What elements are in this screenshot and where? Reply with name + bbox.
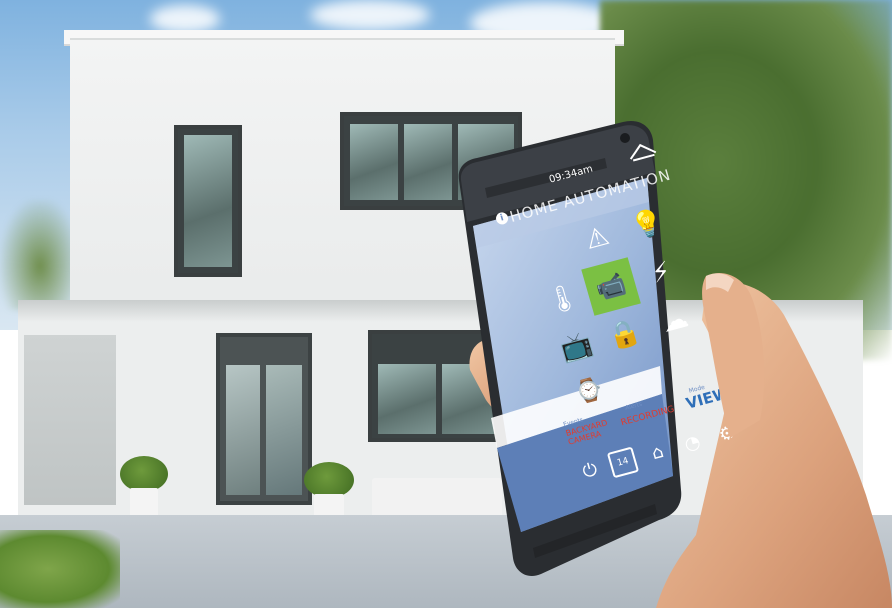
cloud <box>310 0 430 30</box>
cloud <box>150 5 220 33</box>
power-icon[interactable]: ⏻ <box>574 455 606 487</box>
info-icon[interactable]: i <box>494 211 510 226</box>
shrub <box>120 456 168 492</box>
status-time: 09:34am <box>547 163 595 186</box>
info-col2-label: Alerts <box>624 400 644 412</box>
shrub <box>304 462 354 498</box>
upper-left-window <box>174 125 242 277</box>
home-icon[interactable]: ⌂ <box>642 437 674 469</box>
trees-background <box>0 200 80 310</box>
front-door <box>216 333 312 505</box>
thumb <box>702 272 765 438</box>
photo-scene: i 09:34am HOME AUTOMATION ⚠ 💡 🌡 📹 ⚡ 📺 🔒 … <box>0 0 892 608</box>
calendar-icon[interactable]: 14 <box>606 446 640 479</box>
lock-icon[interactable]: 🔒 <box>595 305 655 364</box>
grass <box>0 530 120 608</box>
garage-door <box>24 335 116 505</box>
calendar-badge: 14 <box>616 456 630 469</box>
